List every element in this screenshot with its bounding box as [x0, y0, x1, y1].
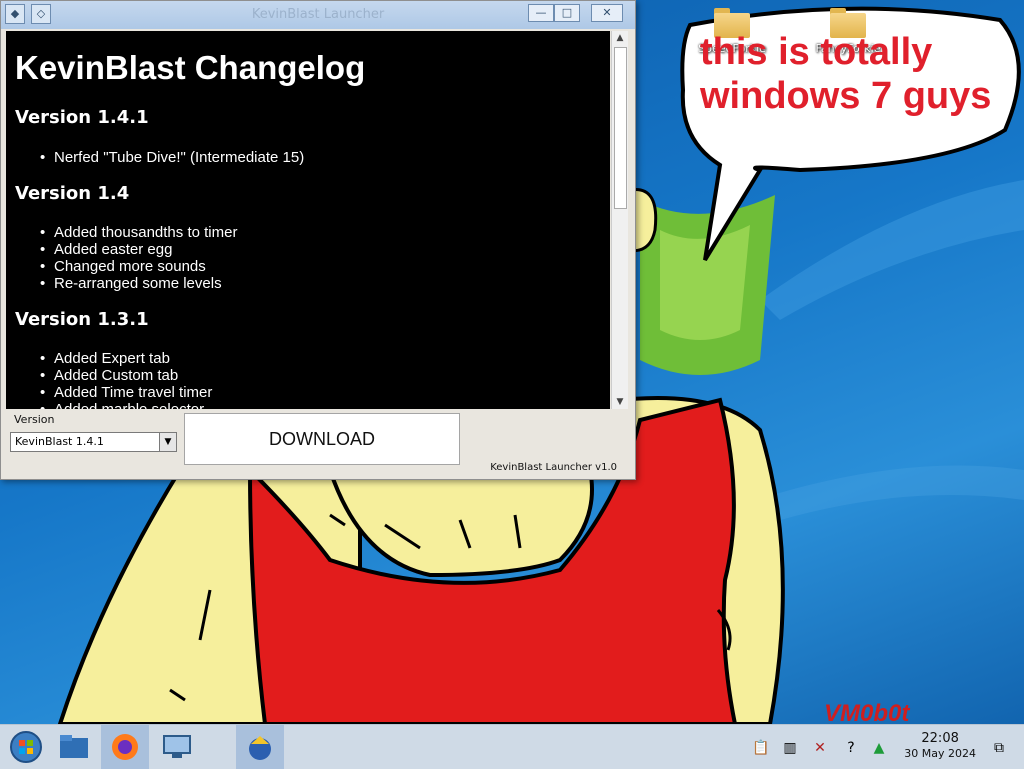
monitor-icon	[163, 735, 191, 758]
clock-time: 22:08	[921, 731, 959, 746]
version-item-list: Added thousandths to timer Added easter …	[40, 224, 237, 292]
show-desktop-icon[interactable]: ⧉	[990, 739, 1008, 757]
battery-icon[interactable]: ▥	[781, 739, 799, 757]
version-heading: Version 1.4	[15, 183, 130, 204]
maximize-button[interactable]: □	[554, 4, 580, 22]
scroll-down-icon[interactable]: ▼	[612, 395, 628, 409]
changelog-scrollbar[interactable]: ▲ ▼	[611, 31, 628, 409]
taskbar-kevinblast-launcher[interactable]	[236, 725, 284, 769]
clipboard-icon[interactable]: 📋	[752, 739, 770, 757]
list-item: Nerfed "Tube Dive!" (Intermediate 15)	[40, 149, 304, 166]
changelog-heading: KevinBlast Changelog	[15, 49, 366, 86]
version-heading: Version 1.3.1	[15, 309, 149, 330]
launcher-version-text: KevinBlast Launcher v1.0	[490, 462, 617, 473]
scroll-up-icon[interactable]: ▲	[612, 31, 628, 45]
version-label: Version	[14, 413, 55, 426]
network-disconnected-icon[interactable]: ✕	[811, 739, 829, 757]
window-titlebar[interactable]: ◆ ◇ KevinBlast Launcher — □ ✕	[1, 1, 635, 29]
list-item: Changed more sounds	[40, 258, 237, 275]
download-button[interactable]: DOWNLOAD	[184, 413, 460, 465]
chevron-down-icon[interactable]: ▼	[159, 433, 176, 451]
list-item: Added Time travel timer	[40, 384, 212, 401]
minimize-button[interactable]: —	[528, 4, 554, 22]
close-button[interactable]: ✕	[591, 4, 623, 22]
clock[interactable]: 22:08 30 May 2024	[904, 731, 976, 761]
version-heading: Version 1.4.1	[15, 107, 149, 128]
taskbar-firefox[interactable]	[101, 725, 149, 769]
taskbar: 📋 ▥ ✕ ? ▲ 22:08 30 May 2024 ⧉	[0, 724, 1024, 769]
version-select-value: KevinBlast 1.4.1	[15, 435, 104, 448]
changelog-view[interactable]: KevinBlast Changelog Version 1.4.1 Nerfe…	[6, 31, 610, 409]
start-button[interactable]	[2, 725, 50, 769]
speech-bubble-text: this is totally windows 7 guys	[700, 31, 992, 117]
start-orb-icon	[10, 731, 42, 763]
list-item: Added marble selector	[40, 401, 212, 409]
version-item-list: Nerfed "Tube Dive!" (Intermediate 15)	[40, 149, 304, 166]
kevinblast-icon	[249, 736, 271, 760]
firefox-icon	[112, 734, 138, 760]
list-item: Added Custom tab	[40, 367, 212, 384]
launcher-window: ◆ ◇ KevinBlast Launcher — □ ✕ KevinBlast…	[0, 0, 636, 480]
taskbar-system-monitor[interactable]	[153, 725, 201, 769]
list-item: Added Expert tab	[40, 350, 212, 367]
taskbar-file-manager[interactable]	[50, 725, 98, 769]
scrollbar-thumb[interactable]	[614, 47, 627, 209]
list-item: Added easter egg	[40, 241, 237, 258]
folder-icon	[60, 735, 88, 758]
clock-date: 30 May 2024	[904, 747, 976, 760]
version-item-list: Added Expert tab Added Custom tab Added …	[40, 350, 212, 409]
version-select[interactable]: KevinBlast 1.4.1 ▼	[10, 432, 177, 452]
list-item: Re-arranged some levels	[40, 275, 237, 292]
help-icon[interactable]: ?	[842, 739, 860, 757]
updates-icon[interactable]: ▲	[870, 739, 888, 757]
list-item: Added thousandths to timer	[40, 224, 237, 241]
